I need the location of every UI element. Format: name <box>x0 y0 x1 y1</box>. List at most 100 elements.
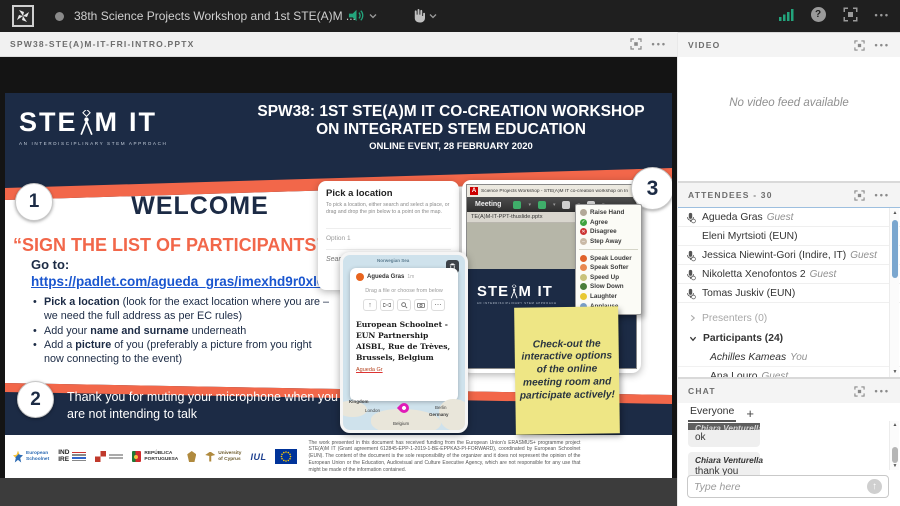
speak-softer-icon <box>580 264 587 272</box>
pod-fullscreen-icon[interactable] <box>629 38 642 50</box>
speak-louder-icon <box>580 254 587 262</box>
disagree-icon: ✕ <box>580 228 587 236</box>
scroll-down-icon[interactable]: ▼ <box>890 369 900 375</box>
map-label: Germany <box>429 412 449 417</box>
speaker-control[interactable] <box>348 8 377 23</box>
share-pod-header: SPW38-STE(A)M-IT-FRI-INTRO.PPTX ••• <box>0 32 677 57</box>
slide-title-line1: SPW38: 1ST STE(A)M IT CO-CREATION WORKSH… <box>257 103 645 120</box>
avatar <box>356 273 364 281</box>
chat-message: Chiara Venturella ok <box>688 423 760 447</box>
attendee-row[interactable]: Nikoletta Xenofontos 2 Guest <box>678 265 900 284</box>
app-logo-icon[interactable] <box>12 5 34 27</box>
pod-menu-icon[interactable]: ••• <box>652 39 667 49</box>
attendee-row[interactable]: Tomas Juskiv (EUN) <box>678 284 900 303</box>
attendee-row[interactable]: Jessica Niewint-Gori (Indire, IT) Guest <box>678 246 900 265</box>
cyprus-ministry-logo <box>187 451 197 462</box>
tab-everyone[interactable]: Everyone <box>688 405 737 422</box>
drag-hint: Drag a file or choose from below <box>365 288 443 294</box>
attendee-row[interactable]: Eleni Myrtsioti (EUN) <box>678 227 900 246</box>
pod-menu-icon[interactable]: ••• <box>875 386 890 396</box>
menu-item: – Step Away <box>576 237 641 247</box>
menu-item: Speak Louder <box>576 253 641 263</box>
window-title-bar: A Science Projects Workshop - STE(A)M IT… <box>467 185 636 197</box>
microphone-icon <box>687 212 696 224</box>
attendees-scrollbar[interactable]: ▲ ▼ <box>889 208 899 377</box>
stage-bottom-bar <box>0 478 677 506</box>
status-dot <box>55 12 64 21</box>
pod-fullscreen-icon[interactable] <box>853 39 865 51</box>
map-label-sea: Norwegian Sea <box>377 258 410 263</box>
steam-it-logo: STE M IT AN INTERDISCIPLINARY STEM APPRO… <box>19 107 168 146</box>
presentation-slide: STE M IT AN INTERDISCIPLINARY STEM APPRO… <box>5 93 672 478</box>
meeting-title: 38th Science Projects Workshop and 1st S… <box>74 9 356 23</box>
pod-fullscreen-icon[interactable] <box>853 189 865 201</box>
meeting-app-window: 38th Science Projects Workshop and 1st S… <box>0 0 900 506</box>
share-pod: SPW38-STE(A)M-IT-FRI-INTRO.PPTX ••• STE <box>0 32 677 506</box>
attendee-row[interactable]: Achilles Kameas You <box>678 348 900 367</box>
video-pod-header: VIDEO ••• <box>678 33 900 57</box>
attendee-list: Agueda Gras Guest Eleni Myrtsioti (EUN) J… <box>678 207 900 377</box>
send-message-icon[interactable]: ↑ <box>867 479 882 494</box>
iul-logo: IUL <box>250 451 267 462</box>
no-video-message: No video feed available <box>729 97 849 109</box>
new-chat-tab-icon[interactable]: + <box>746 406 754 421</box>
pod-fullscreen-icon[interactable] <box>853 385 865 397</box>
pod-menu-icon[interactable]: ••• <box>875 40 890 50</box>
chat-input[interactable] <box>694 480 867 493</box>
menu-separator <box>579 249 638 251</box>
help-icon[interactable]: ? <box>810 7 826 22</box>
menu-item: ✓ Agree <box>580 218 608 226</box>
slide-subtitle: ONLINE EVENT, 28 FEBRUARY 2020 <box>369 141 533 152</box>
post-address: European Schoolnet - EUN Partnership AIS… <box>356 320 451 362</box>
chat-pod: CHAT ••• Everyone + Chiara Venturella ok… <box>678 379 900 506</box>
padlet-link[interactable]: https://padlet.com/agueda_gras/imexhd9r0… <box>31 274 324 289</box>
attendees-pod: ATTENDEES - 30 ••• Agueda Gras Guest Elen… <box>678 183 900 377</box>
pod-menu-icon[interactable]: ••• <box>875 190 890 200</box>
scroll-up-icon[interactable]: ▲ <box>890 422 900 428</box>
attendee-row[interactable]: Agueda Gras Guest <box>678 208 900 227</box>
scrollbar-thumb[interactable] <box>892 220 898 278</box>
scroll-up-icon[interactable]: ▲ <box>890 210 900 216</box>
bullet-item: Add your name and surname underneath <box>31 325 333 339</box>
attendees-pod-header: ATTENDEES - 30 ••• <box>678 183 900 207</box>
pick-location-option: Option 1 <box>326 227 451 242</box>
chat-scrollbar[interactable]: ▲ ▼ <box>889 421 899 470</box>
connection-strength-icon[interactable] <box>778 8 794 21</box>
step-2-badge: 2 <box>17 381 54 418</box>
adobe-icon: A <box>470 187 478 195</box>
slide-footer: European Schoolnet IND IRE REPÚBLICA PORTUG… <box>5 435 672 478</box>
map-label: Berlin <box>435 405 447 410</box>
attendee-row[interactable]: Ana Louro Guest <box>678 367 900 378</box>
step-1-badge: 1 <box>15 183 53 221</box>
sticky-note: Check-out the interactive options of the… <box>514 306 620 435</box>
map-label: Belgium <box>393 421 410 426</box>
attachment-toolbar: ↑ ⋯ <box>356 299 452 311</box>
eu-flag <box>275 449 298 464</box>
goto-label: Go to: <box>31 257 70 272</box>
camera-icon <box>414 299 428 311</box>
step-2-text: Thank you for muting your microphone whe… <box>67 390 338 421</box>
post-time: 1m <box>407 274 415 280</box>
chat-input-row: ↑ <box>687 475 889 498</box>
menu-item: Laughter <box>576 292 641 302</box>
shared-file-name: SPW38-STE(A)M-IT-FRI-INTRO.PPTX <box>10 39 195 49</box>
video-pod: VIDEO ••• No video feed available <box>678 33 900 181</box>
chat-tabs: Everyone + <box>678 403 900 422</box>
more-options-icon[interactable]: ••• <box>875 10 890 20</box>
microphone-icon <box>687 269 696 281</box>
scroll-down-icon[interactable]: ▼ <box>890 463 900 469</box>
bullet-item: Pick a location (look for the exact loca… <box>31 296 333 324</box>
laughter-icon <box>580 293 587 301</box>
raise-hand-control[interactable] <box>412 8 437 23</box>
logo-person-icon <box>80 109 92 135</box>
post-author: Agueda Gras <box>367 274 405 280</box>
fullscreen-icon[interactable] <box>843 7 858 22</box>
sign-list-callout: “SIGN THE LIST OF PARTICIPANTS” <box>13 235 326 255</box>
presenters-group-row[interactable]: Presenters (0) <box>678 308 900 328</box>
scrollbar-thumb[interactable] <box>892 447 898 463</box>
participants-group-row[interactable]: Participants (24) <box>678 328 900 348</box>
indire-logo: IND IRE <box>58 449 87 463</box>
microphone-icon <box>687 250 696 262</box>
search-icon <box>397 299 411 311</box>
menu-item: ✕ Disagree <box>580 228 617 236</box>
